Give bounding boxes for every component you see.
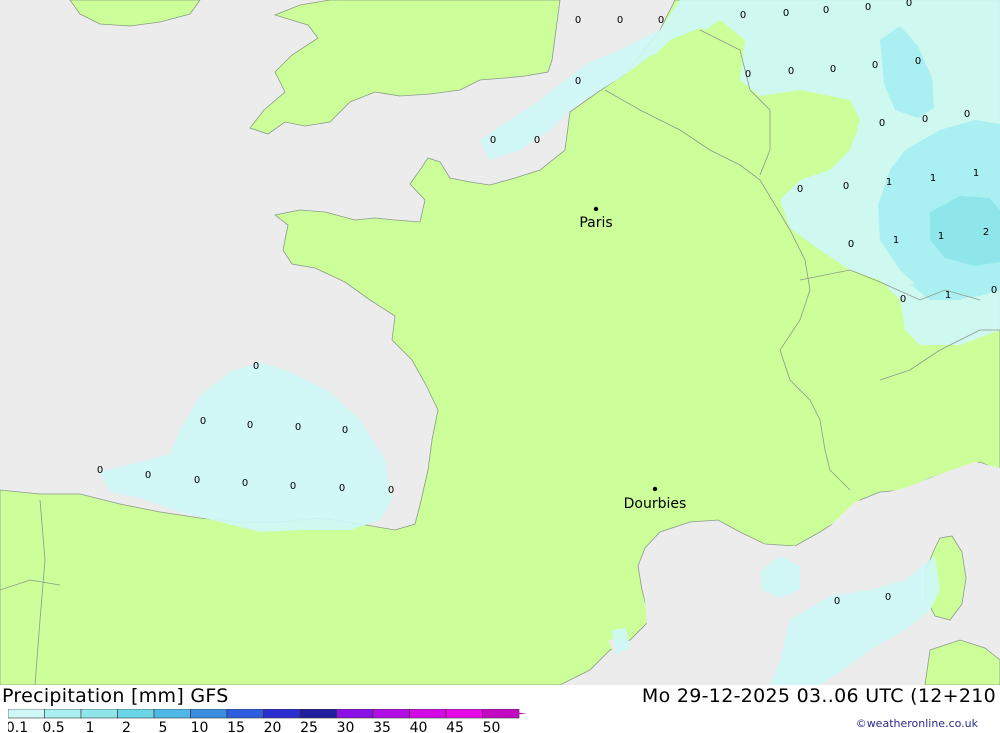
- precip-value-label: 1: [930, 173, 936, 184]
- precip-value-label: 0: [490, 135, 496, 146]
- precip-value-label: 0: [740, 10, 746, 21]
- precip-value-label: 0: [848, 239, 854, 250]
- scale-label: 2: [122, 720, 131, 733]
- scale-label: 45: [446, 720, 464, 733]
- precip-value-label: 0: [295, 422, 301, 433]
- precip-value-label: 0: [745, 69, 751, 80]
- scale-swatch: [190, 709, 228, 719]
- precip-value-label: 0: [843, 181, 849, 192]
- scale-label: 25: [300, 720, 318, 733]
- scale-swatch: [299, 709, 337, 719]
- scale-swatch: [336, 709, 374, 719]
- precip-value-label: 0: [342, 425, 348, 436]
- scale-label: 20: [264, 720, 282, 733]
- scale-label: 30: [337, 720, 355, 733]
- precip-value-label: 0: [872, 60, 878, 71]
- scale-swatch: [263, 709, 301, 719]
- scale-label: 0.1: [8, 720, 28, 733]
- precip-value-label: 0: [922, 114, 928, 125]
- color-scale: 0.1 0.5 1 2 5 10 15 20 25 30 35 40 45 50: [8, 709, 527, 733]
- scale-label: 5: [159, 720, 168, 733]
- precip-value-label: 0: [339, 483, 345, 494]
- precip-value-label: 1: [938, 231, 944, 242]
- precip-value-label: 0: [242, 478, 248, 489]
- precip-value-label: 0: [194, 475, 200, 486]
- precip-value-label: 0: [658, 15, 664, 26]
- precip-value-label: 1: [973, 168, 979, 179]
- precip-value-label: 0: [200, 416, 206, 427]
- precip-value-label: 0: [900, 294, 906, 305]
- precip-value-label: 0: [247, 420, 253, 431]
- scale-swatch: [117, 709, 155, 719]
- scale-swatch: [409, 709, 447, 719]
- precip-value-label: 0: [885, 592, 891, 603]
- city-label-paris: Paris: [579, 215, 612, 231]
- precip-value-label: 2: [983, 227, 989, 238]
- scale-swatch: [8, 709, 45, 719]
- precip-value-label: 0: [915, 56, 921, 67]
- precip-value-label: 1: [893, 235, 899, 246]
- scale-label: 0.5: [42, 720, 64, 733]
- map-title: Precipitation [mm] GFS: [2, 685, 229, 707]
- scale-label: 10: [191, 720, 209, 733]
- precip-value-label: 0: [575, 76, 581, 87]
- precip-value-label: 0: [783, 8, 789, 19]
- precip-value-label: 0: [617, 15, 623, 26]
- scale-swatch: [153, 709, 191, 719]
- scale-label: 40: [410, 720, 428, 733]
- precip-value-label: 1: [945, 290, 951, 301]
- precip-value-label: 0: [534, 135, 540, 146]
- precip-value-label: 0: [964, 109, 970, 120]
- precip-value-label: 0: [797, 184, 803, 195]
- precip-value-label: 0: [145, 470, 151, 481]
- precip-value-label: 0: [253, 361, 259, 372]
- precip-value-label: 0: [906, 0, 912, 9]
- scale-swatch: [80, 709, 118, 719]
- scale-swatch: [226, 709, 264, 719]
- valid-time: Mo 29-12-2025 03..06 UTC (12+210: [641, 685, 996, 707]
- scale-swatch: [445, 709, 483, 719]
- city-label-dourbies: Dourbies: [624, 496, 687, 512]
- footer: Precipitation [mm] GFS Mo 29-12-2025 03.…: [0, 685, 1000, 733]
- scale-swatch: [372, 709, 410, 719]
- precip-value-label: 0: [830, 64, 836, 75]
- scale-label: 50: [483, 720, 501, 733]
- precip-value-label: 0: [788, 66, 794, 77]
- scale-swatch: [44, 709, 82, 719]
- precip-value-label: 0: [97, 465, 103, 476]
- precip-value-label: 0: [834, 596, 840, 607]
- precip-value-label: 0: [575, 15, 581, 26]
- precip-value-label: 0: [290, 481, 296, 492]
- precip-value-label: 0: [879, 118, 885, 129]
- precip-value-label: 0: [865, 2, 871, 13]
- precip-value-label: 0: [823, 5, 829, 16]
- precip-value-label: 1: [886, 177, 892, 188]
- scale-label: 1: [86, 720, 95, 733]
- credit: ©weatheronline.co.uk: [855, 717, 978, 730]
- scale-label: 35: [373, 720, 391, 733]
- precip-value-label: 0: [991, 285, 997, 296]
- scale-label: 15: [227, 720, 245, 733]
- precipitation-map: Paris Dourbies 0 0 0 0 0 0 0 0 0 0 0 0 0 0 0 0 0 0 0 0 0 1 1 1 0…: [0, 0, 1000, 685]
- precip-value-label: 0: [388, 485, 394, 496]
